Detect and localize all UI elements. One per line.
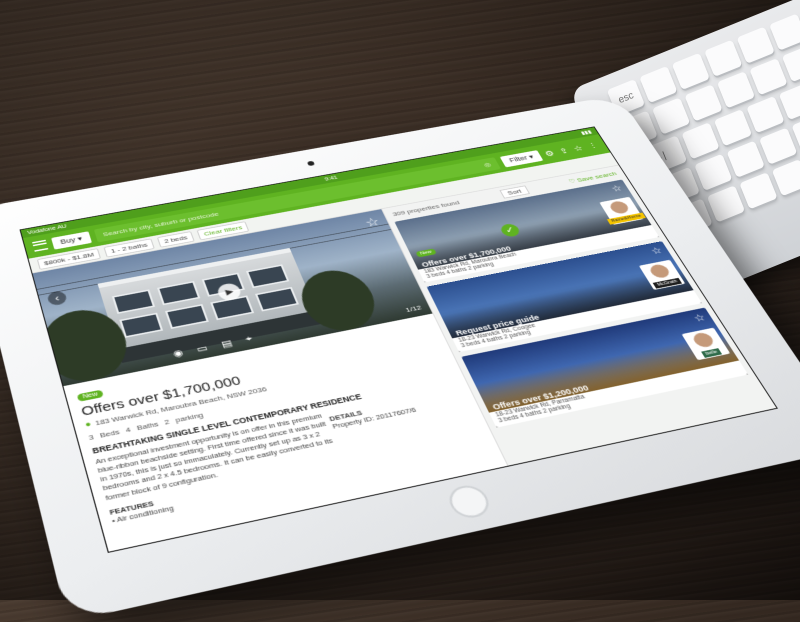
photo-counter: 1/12 xyxy=(404,304,423,314)
star-icon[interactable]: ☆ xyxy=(571,143,585,153)
filter-button[interactable]: Filter ▾ xyxy=(499,149,544,168)
window xyxy=(157,280,201,306)
ipad: Vodafone AU 9:41 ▮▮▮ Buy ▾ Search by cit… xyxy=(0,94,800,622)
menu-icon[interactable] xyxy=(32,239,49,252)
ipad-screen: Vodafone AU 9:41 ▮▮▮ Buy ▾ Search by cit… xyxy=(19,126,778,553)
more-icon[interactable]: ⋮ xyxy=(586,141,600,150)
window xyxy=(245,264,290,289)
floorplan-icon[interactable]: ▤ xyxy=(220,338,234,349)
beds-count: 3 xyxy=(87,433,95,442)
window xyxy=(255,286,299,312)
buy-dropdown[interactable]: Buy ▾ xyxy=(51,231,92,250)
ipad-wrap: Vodafone AU 9:41 ▮▮▮ Buy ▾ Search by cit… xyxy=(0,0,800,622)
video-icon[interactable]: ▭ xyxy=(195,342,210,354)
beds-label: Beds xyxy=(98,427,121,440)
baths-label: Baths xyxy=(135,420,160,432)
agent-avatar xyxy=(687,329,720,351)
settings-icon[interactable]: ⚙ xyxy=(543,149,556,158)
window xyxy=(119,312,164,338)
share-icon[interactable]: ⇪ xyxy=(557,146,570,156)
buy-label: Buy xyxy=(59,235,77,246)
location-pin-icon: ● xyxy=(84,419,93,430)
parking-label: parking xyxy=(174,411,205,425)
camera-icon[interactable]: ◉ xyxy=(172,347,185,359)
location-icon[interactable]: ◎ xyxy=(483,161,492,168)
window xyxy=(164,303,209,329)
agent-avatar xyxy=(605,198,634,217)
parking-count: 2 xyxy=(163,417,171,427)
agent-avatar xyxy=(644,261,675,281)
window xyxy=(111,289,156,314)
home-button[interactable] xyxy=(443,482,494,522)
filter-label: Filter xyxy=(507,154,529,164)
front-camera xyxy=(306,160,315,167)
baths-count: 4 xyxy=(124,425,132,435)
